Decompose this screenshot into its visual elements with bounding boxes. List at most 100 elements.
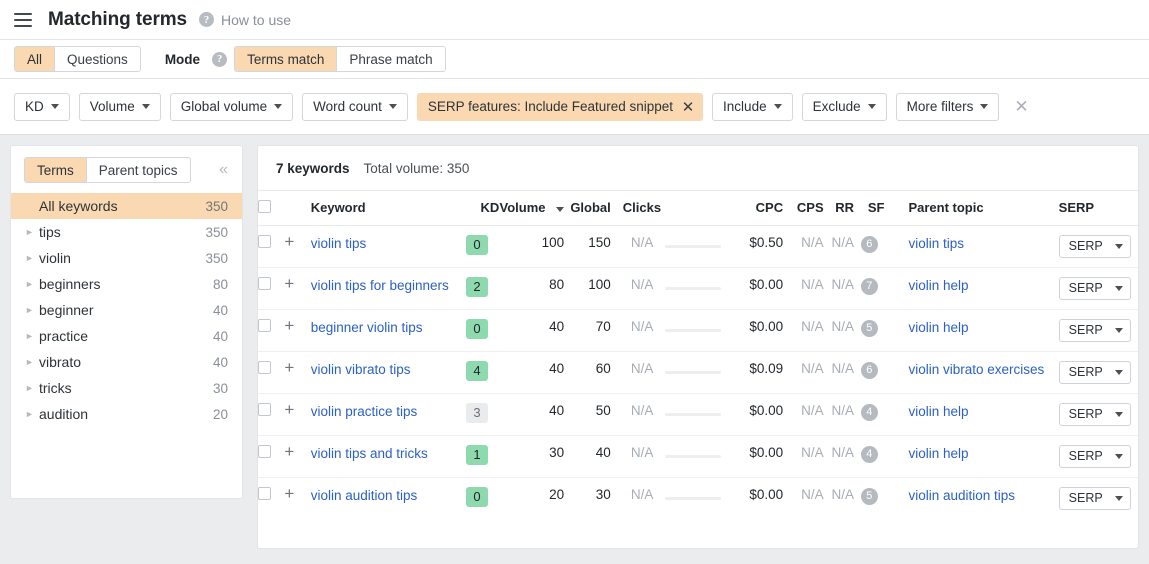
sidebar-item-practice[interactable]: ► practice 40 <box>11 323 242 349</box>
tab-terms[interactable]: Terms <box>25 158 87 182</box>
chevron-down-icon <box>1114 369 1123 375</box>
parent-topic-link[interactable]: violin tips <box>908 235 964 253</box>
sidebar-item-label: beginner <box>39 302 94 318</box>
cell-clicks: N/A <box>610 267 654 310</box>
parent-topic-link[interactable]: violin help <box>908 277 968 295</box>
keyword-link[interactable]: violin tips for beginners <box>311 277 449 295</box>
tab-phrase-match[interactable]: Phrase match <box>337 47 445 71</box>
keyword-link[interactable]: violin practice tips <box>311 403 418 421</box>
hamburger-icon[interactable] <box>14 12 32 27</box>
filter-serp-features-chip[interactable]: SERP features: Include Featured snippet … <box>416 92 704 121</box>
sf-badge: 5 <box>860 319 878 337</box>
serp-button[interactable]: SERP <box>1058 360 1131 384</box>
keyword-link[interactable]: violin audition tips <box>311 487 418 505</box>
sidebar-item-count: 350 <box>205 224 228 240</box>
cell-cpc: $0.00 <box>732 309 784 352</box>
sidebar-item-all-keywords[interactable]: All keywords 350 <box>11 193 242 219</box>
sidebar-item-beginner[interactable]: ► beginner 40 <box>11 297 242 323</box>
tab-all[interactable]: All <box>15 47 56 71</box>
col-cps[interactable]: CPS <box>783 191 824 226</box>
row-checkbox[interactable] <box>258 486 271 500</box>
tab-terms-match[interactable]: Terms match <box>235 47 338 71</box>
cell-sf: 6 <box>854 351 885 394</box>
filter-volume[interactable]: Volume <box>78 92 161 121</box>
col-kd[interactable]: KD <box>454 191 500 226</box>
filter-exclude[interactable]: Exclude <box>801 92 887 121</box>
serp-button[interactable]: SERP <box>1058 486 1131 510</box>
add-keyword-icon[interactable]: + <box>284 485 294 502</box>
sidebar-item-violin[interactable]: ► violin 350 <box>11 245 242 271</box>
row-checkbox[interactable] <box>258 444 271 458</box>
serp-button[interactable]: SERP <box>1058 234 1131 258</box>
sidebar-item-count: 350 <box>205 198 228 214</box>
col-clicks[interactable]: Clicks <box>610 191 661 226</box>
col-rr[interactable]: RR <box>823 191 855 226</box>
clear-filters-icon[interactable]: ✕ <box>1014 98 1028 115</box>
close-icon[interactable]: ✕ <box>673 93 703 121</box>
question-mark-icon[interactable]: ? <box>212 51 228 67</box>
sidebar-item-audition[interactable]: ► audition 20 <box>11 401 242 427</box>
serp-button[interactable]: SERP <box>1058 318 1131 342</box>
tab-parent-topics[interactable]: Parent topics <box>86 158 190 182</box>
filter-more-filters[interactable]: More filters <box>895 92 1000 121</box>
cell-serp: SERP <box>1046 225 1138 268</box>
row-checkbox[interactable] <box>258 402 271 416</box>
col-parent-topic[interactable]: Parent topic <box>884 191 1047 226</box>
add-keyword-icon[interactable]: + <box>284 317 294 334</box>
add-keyword-icon[interactable]: + <box>284 359 294 376</box>
row-checkbox[interactable] <box>258 276 271 290</box>
cell-volume: 80 <box>499 267 565 310</box>
parent-topic-link[interactable]: violin help <box>908 445 968 463</box>
serp-button[interactable]: SERP <box>1058 402 1131 426</box>
select-all-checkbox[interactable] <box>258 200 271 214</box>
parent-topic-link[interactable]: violin vibrato exercises <box>908 361 1044 379</box>
col-sf[interactable]: SF <box>854 191 885 226</box>
mode-label: Mode <box>164 51 201 67</box>
add-keyword-icon[interactable]: + <box>284 443 294 460</box>
kd-badge: 0 <box>465 318 488 339</box>
keyword-link[interactable]: violin tips and tricks <box>311 445 428 463</box>
table-summary: 7 keywords Total volume: 350 <box>258 146 1138 191</box>
cell-clicks-bar <box>653 225 733 268</box>
parent-topic-link[interactable]: violin help <box>908 403 968 421</box>
row-checkbox[interactable] <box>258 318 271 332</box>
cell-kd: 3 <box>454 393 500 436</box>
parent-topic-link[interactable]: violin help <box>908 319 968 337</box>
keyword-link[interactable]: violin tips <box>311 235 367 253</box>
col-serp: SERP <box>1046 191 1138 226</box>
row-checkbox[interactable] <box>258 360 271 374</box>
keyword-link[interactable]: violin vibrato tips <box>311 361 411 379</box>
sidebar-item-vibrato[interactable]: ► vibrato 40 <box>11 349 242 375</box>
col-cpc[interactable]: CPC <box>732 191 784 226</box>
parent-topic-link[interactable]: violin audition tips <box>908 487 1015 505</box>
tab-questions[interactable]: Questions <box>55 47 140 71</box>
chevron-double-left-icon[interactable]: « <box>219 161 232 179</box>
row-checkbox[interactable] <box>258 234 271 248</box>
col-volume[interactable]: Volume <box>499 191 565 226</box>
row-add-cell: + <box>284 477 310 519</box>
filter-kd[interactable]: KD <box>14 92 70 121</box>
add-keyword-icon[interactable]: + <box>284 233 294 250</box>
sidebar-item-tricks[interactable]: ► tricks 30 <box>11 375 242 401</box>
add-keyword-icon[interactable]: + <box>284 275 294 292</box>
keyword-link[interactable]: beginner violin tips <box>311 319 423 337</box>
cell-volume: 40 <box>499 351 565 394</box>
question-mark-icon[interactable]: ? <box>199 12 215 27</box>
add-keyword-icon[interactable]: + <box>284 401 294 418</box>
serp-button-label: SERP <box>1068 323 1103 337</box>
how-to-use-link[interactable]: How to use <box>221 12 291 28</box>
col-keyword[interactable]: Keyword <box>310 191 455 226</box>
filter-word-count[interactable]: Word count <box>302 92 408 121</box>
cell-clicks: N/A <box>610 351 654 394</box>
serp-button[interactable]: SERP <box>1058 444 1131 468</box>
col-global[interactable]: Global <box>564 191 611 226</box>
clicks-bar-header <box>653 191 733 226</box>
serp-button[interactable]: SERP <box>1058 276 1131 300</box>
table-row: + violin audition tips 0 20 30 N/A $0.00 N/A N/A… <box>258 477 1138 519</box>
filter-include[interactable]: Include <box>712 92 793 121</box>
sidebar-item-beginners[interactable]: ► beginners 80 <box>11 271 242 297</box>
table-row: + violin tips and tricks 1 30 40 N/A $0.00 N/A N… <box>258 435 1138 478</box>
chevron-right-icon: ► <box>25 305 34 315</box>
filter-global-volume[interactable]: Global volume <box>169 92 294 121</box>
sidebar-item-tips[interactable]: ► tips 350 <box>11 219 242 245</box>
